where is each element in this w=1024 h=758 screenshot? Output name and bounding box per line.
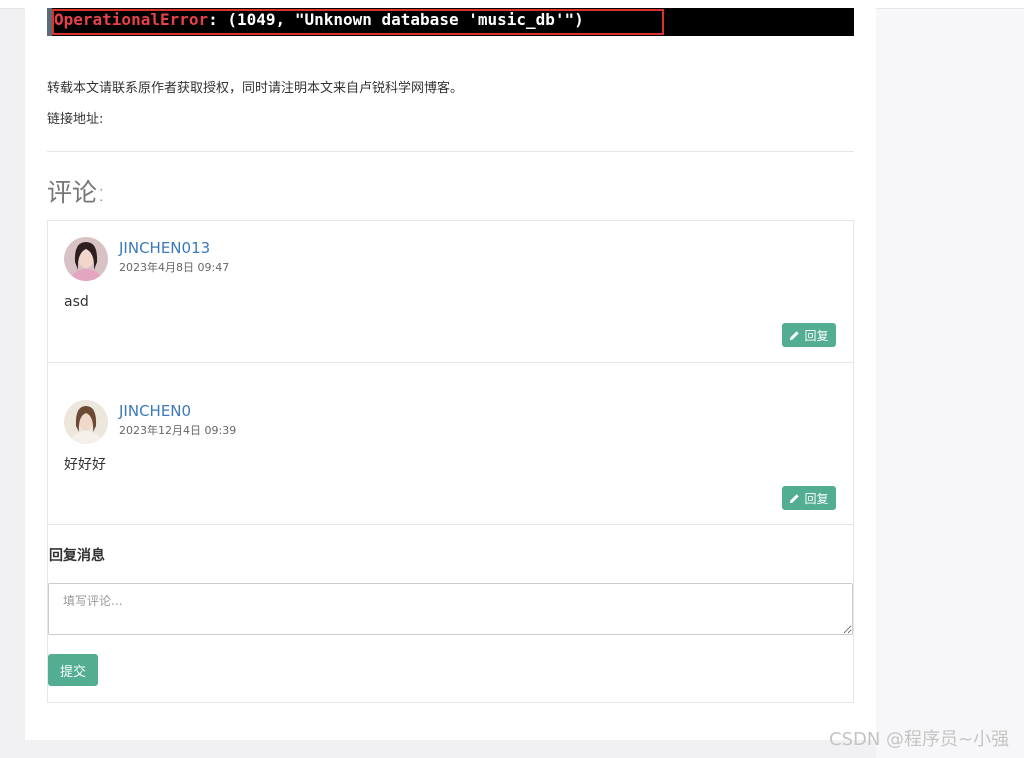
pencil-icon	[790, 493, 800, 503]
copyright-notice: 转载本文请联系原作者获取授权，同时请注明本文来自卢锐科学网博客。	[47, 81, 464, 96]
pencil-icon	[790, 330, 800, 340]
link-address-label: 链接地址:	[47, 112, 104, 127]
comment-text: 好好好	[64, 457, 106, 473]
avatar-image	[64, 237, 108, 281]
comment-text: asd	[64, 294, 89, 310]
right-margin-panel	[876, 9, 1024, 758]
comment-username[interactable]: JINCHEN0	[119, 401, 191, 421]
comment-date: 2023年12月4日 09:39	[119, 424, 237, 437]
avatar[interactable]	[64, 400, 108, 444]
avatar[interactable]	[64, 237, 108, 281]
comments-title: 评论:	[47, 178, 106, 207]
error-line: OperationalError: (1049, "Unknown databa…	[54, 10, 584, 30]
reply-button[interactable]: 回复	[782, 486, 836, 510]
error-type: OperationalError	[54, 10, 209, 29]
submit-button[interactable]: 提交	[48, 654, 98, 686]
csdn-watermark: CSDN @程序员~小强	[829, 729, 1010, 750]
comment-item: JINCHEN013 2023年4月8日 09:47 asd 回复	[48, 221, 853, 363]
reply-button-label: 回复	[804, 328, 829, 343]
avatar-image	[64, 400, 108, 444]
reply-button-label: 回复	[804, 491, 829, 506]
reply-form-heading: 回复消息	[49, 548, 105, 564]
error-message: : (1049, "Unknown database 'music_db'")	[208, 10, 584, 29]
comment-username[interactable]: JINCHEN013	[119, 238, 210, 258]
section-divider	[47, 151, 854, 152]
reply-button[interactable]: 回复	[782, 323, 836, 347]
reply-form: 回复消息 提交	[48, 525, 853, 702]
comment-date: 2023年4月8日 09:47	[119, 261, 230, 274]
comment-item: JINCHEN0 2023年12月4日 09:39 好好好 回复	[48, 363, 853, 525]
comments-panel: JINCHEN013 2023年4月8日 09:47 asd 回复 JINCHE…	[47, 220, 854, 703]
comment-textarea[interactable]	[48, 583, 853, 635]
